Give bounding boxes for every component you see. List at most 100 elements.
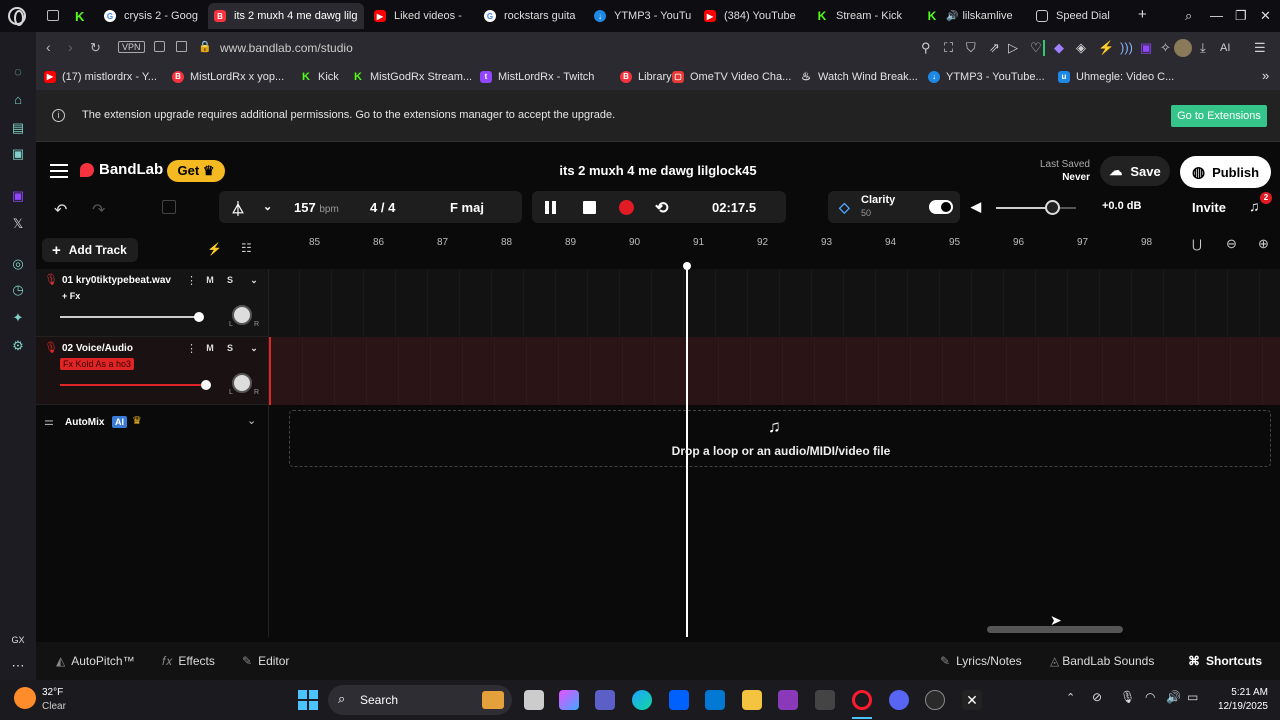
get-membership-button[interactable]: Get ♛ — [167, 160, 225, 182]
track-volume-slider[interactable] — [201, 380, 212, 390]
easy-setup-icon[interactable]: ☰ — [1254, 40, 1266, 56]
tab-kick-stream[interactable]: K Stream - Kick — [810, 3, 912, 29]
capcut-icon[interactable]: ✕ — [962, 690, 982, 710]
extension-cube-icon[interactable]: ◈ — [1076, 40, 1086, 56]
mixer-icon[interactable]: ☷ — [241, 241, 252, 255]
bookmark-item[interactable]: K MistGodRx Stream... — [352, 71, 472, 83]
tray-chevron-icon[interactable]: ⌃ — [1066, 691, 1075, 704]
weather-temp[interactable]: 32°F — [42, 687, 63, 698]
search-box[interactable]: ⌕ Search — [328, 685, 512, 715]
tab-overview-icon[interactable] — [47, 10, 59, 21]
automix-row[interactable]: ⚌ AutoMix AI ♛ ⌄ — [36, 408, 268, 436]
mute-button[interactable]: M — [202, 340, 218, 356]
track-volume-slider[interactable] — [194, 312, 205, 322]
project-title[interactable]: its 2 muxh 4 me dawg lilglock45 — [526, 163, 790, 178]
playhead-handle[interactable] — [683, 262, 691, 270]
history-icon[interactable]: ◷ — [10, 282, 26, 298]
opera-gx-icon[interactable] — [852, 690, 872, 710]
mute-button[interactable]: M — [202, 272, 218, 288]
back-icon[interactable]: ‹ — [46, 39, 51, 55]
twitch-icon[interactable]: ▣ — [10, 188, 26, 204]
mute-master-icon[interactable]: ◀ — [971, 199, 981, 215]
bookmark-item[interactable]: ♨ Watch Wind Break... — [800, 71, 918, 83]
clock-date[interactable]: 12/19/2025 — [1206, 701, 1268, 712]
volume-icon[interactable]: 🔊 — [1166, 690, 1181, 704]
track-menu-icon[interactable]: ⋮ — [186, 342, 197, 355]
metronome-icon[interactable]: ⏃ — [231, 199, 245, 219]
close-icon[interactable]: ✕ — [1260, 8, 1271, 24]
lock-icon[interactable]: 🔒 — [198, 40, 212, 53]
bookmark-item[interactable]: t MistLordRx - Twitch — [480, 71, 594, 83]
tray-app-icon[interactable]: ⊘ — [1092, 690, 1102, 704]
pan-knob[interactable] — [232, 305, 252, 325]
track-menu-icon[interactable]: ⋮ — [186, 274, 197, 287]
file-explorer-icon[interactable] — [742, 690, 762, 710]
messenger-icon[interactable]: ▣ — [10, 146, 26, 162]
minimize-icon[interactable]: — — [1210, 8, 1223, 23]
fx-preset-badge[interactable]: Fx Kold As a ho3 — [60, 358, 135, 370]
download-icon[interactable]: ⤓ — [1200, 40, 1206, 56]
tab-bandlab[interactable]: B its 2 muxh 4 me dawg lilg — [208, 3, 364, 29]
bookmark-item[interactable]: ▶ (17) mistlordrx - Y... — [44, 71, 157, 83]
chevron-down-icon[interactable]: ⌄ — [247, 414, 256, 427]
extension-bolt-icon[interactable]: ⚡ — [1098, 40, 1114, 56]
extension-wave-icon[interactable]: ))) — [1120, 40, 1133, 55]
windows-start-icon[interactable] — [298, 690, 318, 710]
playhead[interactable] — [686, 265, 688, 637]
gx-icon[interactable]: GX — [10, 632, 26, 648]
clarity-label[interactable]: Clarity — [861, 194, 895, 206]
opera-logo-icon[interactable] — [8, 7, 26, 26]
tab-crysis[interactable]: G crysis 2 - Goog — [98, 3, 204, 29]
bookmark-item[interactable]: ▢ OmeTV Video Cha... — [672, 71, 791, 83]
record-icon[interactable] — [619, 200, 634, 215]
master-volume-slider[interactable] — [1045, 200, 1060, 215]
zoom-out-icon[interactable]: ⊖ — [1226, 236, 1237, 252]
teams-icon[interactable] — [595, 690, 615, 710]
maximize-icon[interactable]: ❐ — [1235, 8, 1247, 24]
extensions-icon[interactable]: ✦ — [10, 310, 26, 326]
shield-icon[interactable]: ⛉ — [966, 40, 976, 56]
solo-button[interactable]: S — [222, 272, 238, 288]
track-name[interactable]: 01 kry0tiktypebeat.wav — [62, 275, 171, 286]
play-icon[interactable]: ▷ — [1008, 40, 1018, 56]
clock-time[interactable]: 5:21 AM — [1212, 687, 1268, 698]
layout-icon[interactable] — [162, 200, 176, 214]
track-lane-1[interactable] — [268, 269, 1280, 337]
battery-icon[interactable]: ▭ — [1187, 690, 1198, 704]
zoom-in-icon[interactable]: ⊕ — [1258, 236, 1269, 252]
aria-icon[interactable]: ◌ — [10, 64, 26, 80]
bookmark-item[interactable]: u Uhmegle: Video C... — [1058, 71, 1174, 83]
screenshot-icon[interactable]: ⛶ — [944, 40, 953, 56]
autopitch-button[interactable]: ◭ AutoPitch™ — [56, 654, 135, 668]
edge-icon[interactable] — [632, 690, 652, 710]
extensions-puzzle-icon[interactable]: ✧ — [1160, 40, 1171, 56]
shortcuts-button[interactable]: ⌘ Shortcuts — [1188, 654, 1262, 668]
bandlab-sounds-button[interactable]: ◬ BandLab Sounds — [1050, 654, 1154, 668]
track-header-1[interactable]: 🎙 01 kry0tiktypebeat.wav ⋮ M S ⌄ + Fx L … — [36, 269, 268, 337]
steam-icon[interactable] — [925, 690, 945, 710]
bookmark-item[interactable]: K Kick — [300, 71, 339, 83]
vpn-badge[interactable]: VPN — [118, 41, 145, 53]
tab-liked-videos[interactable]: ▶ Liked videos - — [368, 3, 476, 29]
outlook-icon[interactable] — [705, 690, 725, 710]
editor-button[interactable]: ✎ Editor — [242, 654, 289, 668]
undo-icon[interactable]: ↶ — [54, 200, 67, 220]
url-field[interactable]: www.bandlab.com/studio — [220, 41, 353, 55]
heart-icon[interactable]: ♡ — [1030, 40, 1042, 56]
tab-lilskamlive[interactable]: K 🔊 lilskamlive — [920, 3, 1026, 29]
track-header-2[interactable]: 🎙 02 Voice/Audio ⋮ M S ⌄ Fx Kold As a ho… — [36, 337, 268, 405]
bandlab-logo[interactable]: BandLab — [80, 161, 163, 178]
speed-dial-icon[interactable]: ◎ — [10, 256, 26, 272]
settings-icon[interactable]: ⚙ — [10, 338, 26, 354]
ai-button[interactable]: AI — [1220, 42, 1230, 54]
clipchamp-icon[interactable] — [778, 690, 798, 710]
effects-button[interactable]: 𝑓𝑥 Effects — [162, 654, 215, 669]
time-display[interactable]: 02:17.5 — [712, 200, 756, 215]
forward-icon[interactable]: › — [68, 39, 73, 55]
bookmarks-more-icon[interactable]: » — [1262, 68, 1269, 83]
menu-icon[interactable] — [50, 164, 68, 178]
twitch-extension-icon[interactable]: ▣ — [1140, 40, 1152, 56]
microphone-icon[interactable]: 🎙 — [44, 273, 58, 286]
bpm-field[interactable]: 157 bpm — [294, 200, 339, 215]
workspaces-icon[interactable]: ⌂ — [10, 92, 26, 108]
